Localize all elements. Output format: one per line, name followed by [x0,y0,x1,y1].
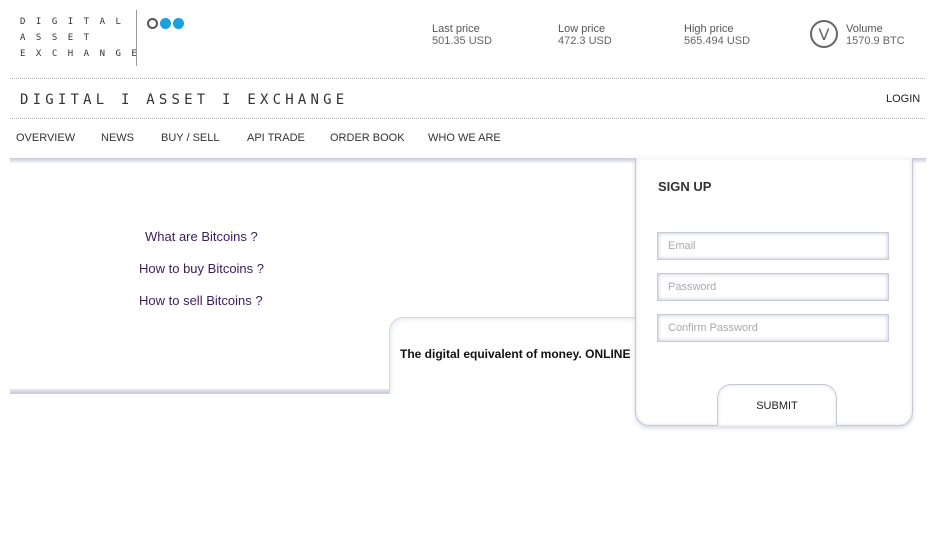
faq-link-what-are-bitcoins[interactable]: What are Bitcoins ? [145,229,258,244]
dot-filled-icon [173,18,184,29]
logo-divider [136,10,137,66]
stat-low-price: Low price 472.3 USD [558,23,612,47]
tagline: The digital equivalent of money. ONLINE [400,347,631,361]
faq-link-how-to-sell[interactable]: How to sell Bitcoins ? [139,293,263,308]
confirm-password-field[interactable] [657,314,889,342]
dot-outline-icon [147,18,158,29]
stat-value: 1570.9 BTC [846,35,905,47]
nav-overview[interactable]: OVERVIEW [16,132,75,144]
stat-value: 565.494 USD [684,35,751,47]
stat-label: Low price [558,23,606,35]
nav-who-we-are[interactable]: WHO WE ARE [428,132,501,144]
stat-volume: Volume 1570.9 BTC [846,23,905,47]
stat-last-price: Last price 501.35 USD [432,23,492,47]
signup-title: SIGN UP [658,179,712,194]
divider [10,78,925,79]
logo-line-exchange: EXCHANGE [20,49,148,59]
logo-line-asset: ASSET [20,33,100,43]
nav-api-trade[interactable]: API TRADE [247,132,305,144]
brand-title: DIGITAL I ASSET I EXCHANGE [20,92,349,108]
stat-label: High price [684,23,734,35]
stat-high-price: High price 565.494 USD [684,23,750,47]
nav-buy-sell[interactable]: BUY / SELL [161,132,220,144]
submit-button[interactable]: SUBMIT [717,384,837,426]
volume-icon: V [810,20,838,48]
volume-icon-letter: V [818,24,830,44]
password-field[interactable] [657,273,889,301]
logo[interactable]: DIGITAL ASSET EXCHANGE [20,14,140,62]
email-field[interactable] [657,232,889,260]
stat-value: 472.3 USD [558,35,612,47]
faq-link-how-to-buy[interactable]: How to buy Bitcoins ? [139,261,264,276]
stat-value: 501.35 USD [432,35,492,47]
stat-label: Volume [846,23,883,35]
nav-news[interactable]: NEWS [101,132,134,144]
login-link[interactable]: LOGIN [886,93,920,105]
divider [10,118,925,119]
dot-filled-icon [160,18,171,29]
logo-dots-icon [147,18,184,29]
stat-label: Last price [432,23,480,35]
nav-order-book[interactable]: ORDER BOOK [330,132,405,144]
logo-line-digital: DIGITAL [20,17,132,27]
